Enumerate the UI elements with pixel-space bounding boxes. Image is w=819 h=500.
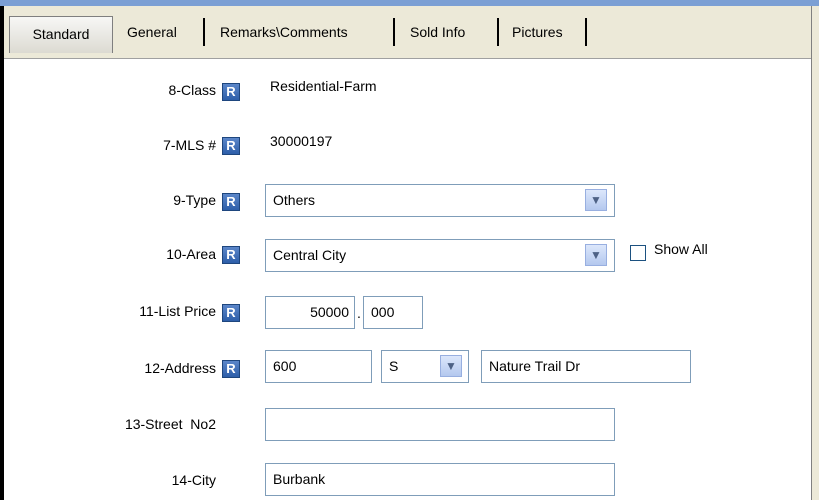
required-r-icon: R [222,193,240,211]
tab-label: General [127,24,177,40]
tab-standard[interactable]: Standard [9,16,113,53]
class-value: Residential-Farm [270,78,377,94]
city-input[interactable]: Burbank [265,463,615,496]
mls-value: 30000197 [270,133,333,149]
area-select[interactable]: Central City [265,239,615,272]
type-select-value: Others [273,192,316,208]
area-select-value: Central City [273,247,347,263]
tab-label: Remarks\Comments [220,24,348,40]
tab-separator [203,18,205,46]
show-all-checkbox[interactable] [630,245,646,261]
chevron-down-icon[interactable]: ▼ [585,244,607,266]
street-name-input[interactable]: Nature Trail Dr [481,350,691,383]
list-price-cents-value: 000 [371,304,395,320]
class-label: 8-Class [168,82,216,98]
list-price-dollars-value: 50000 [310,304,349,320]
required-r-icon: R [222,137,240,155]
city-value: Burbank [273,471,326,487]
decimal-separator: . [357,305,361,321]
tab-label: Pictures [512,24,563,40]
tab-separator [585,18,587,46]
city-label: 14-City [171,472,216,488]
required-r-icon: R [222,83,240,101]
tab-general[interactable]: General [121,14,205,50]
area-label: 10-Area [166,246,216,262]
chevron-down-icon[interactable]: ▼ [440,355,462,377]
street-no2-input[interactable] [265,408,615,441]
required-r-icon: R [222,360,240,378]
tab-remarks-comments[interactable]: Remarks\Comments [213,14,395,50]
tab-label: Sold Info [410,24,466,40]
address-label: 12-Address [144,360,216,376]
chevron-down-icon[interactable]: ▼ [585,189,607,211]
required-r-icon: R [222,304,240,322]
tab-separator [497,18,499,46]
list-price-dollars-input[interactable]: 50000 [265,296,355,329]
type-select[interactable]: Others [265,184,615,217]
street-number-value: 600 [273,358,297,374]
street-name-value: Nature Trail Dr [489,358,581,374]
street-no2-label: 13-Street No2 [124,416,216,432]
street-number-input[interactable]: 600 [265,350,372,383]
required-r-icon: R [222,246,240,264]
mls-label: 7-MLS # [163,137,216,153]
window-right-border [811,6,819,500]
tab-pictures[interactable]: Pictures [505,14,587,50]
type-label: 9-Type [173,192,216,208]
tab-separator [393,18,395,46]
list-price-label: 11-List Price [139,303,216,319]
tab-sold-info[interactable]: Sold Info [403,14,499,50]
list-price-cents-input[interactable]: 000 [363,296,423,329]
show-all-label: Show All [654,241,708,257]
window-left-border [0,6,4,500]
street-direction-value: S [389,358,399,374]
